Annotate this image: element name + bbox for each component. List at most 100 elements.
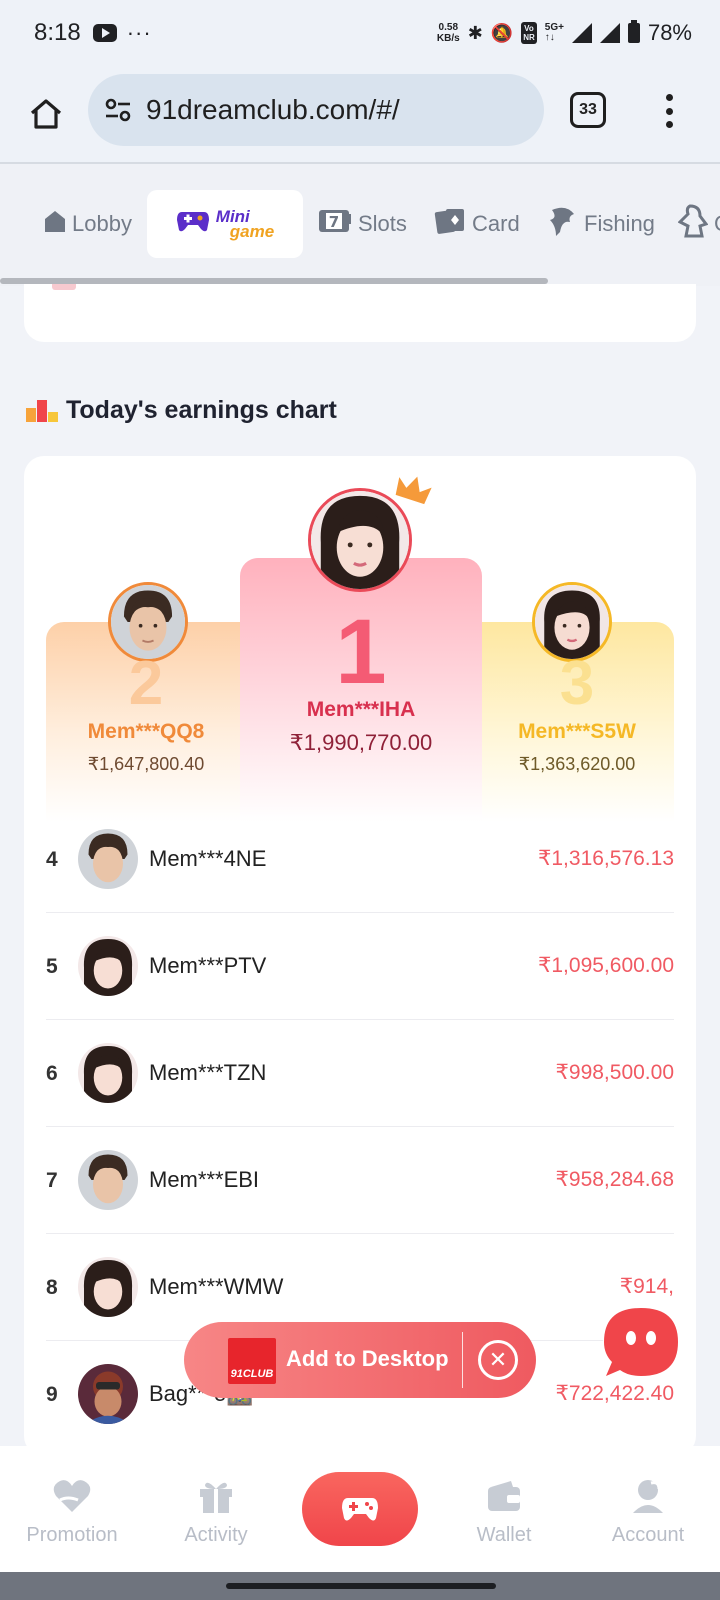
- gamepad-icon: [342, 1498, 378, 1521]
- ranking-row[interactable]: 4 Mem***4NE ₹1,316,576.13: [46, 806, 674, 913]
- podium-name-1: Mem***IHA: [306, 698, 416, 721]
- nav-promotion[interactable]: Promotion: [0, 1474, 144, 1547]
- tab-card-label: Card: [472, 211, 520, 236]
- nav-game-button[interactable]: [302, 1472, 418, 1546]
- rank-number: 7: [46, 1169, 58, 1192]
- site-settings-icon[interactable]: [104, 96, 132, 124]
- previous-section-card: [24, 284, 696, 342]
- gamepad-icon: [176, 208, 210, 240]
- tab-mini-game[interactable]: Mini game: [147, 190, 303, 258]
- add-to-desktop-label[interactable]: Add to Desktop: [286, 1346, 449, 1372]
- network-speed: 0.58 KB/s: [437, 22, 460, 44]
- podium-number-1: 1: [335, 601, 387, 703]
- customer-service-icon[interactable]: [598, 1300, 684, 1386]
- figure-icon: [677, 204, 709, 244]
- status-more-dots: ···: [126, 20, 152, 45]
- tab-switcher-button[interactable]: 33: [570, 92, 606, 128]
- network-type: 5G+ ↑↓: [545, 23, 564, 43]
- mini-game-label-bottom: game: [229, 222, 275, 241]
- tab-slots-label: Slots: [358, 211, 407, 236]
- podium-amount-1: ₹1,990,770.00: [289, 730, 433, 755]
- rank-number: 6: [46, 1062, 58, 1085]
- battery-icon: [627, 20, 640, 43]
- status-time: 8:18: [34, 19, 81, 46]
- avatar: [78, 1150, 138, 1210]
- rank-number: 9: [46, 1383, 58, 1406]
- mini-game-logo: Mini game: [216, 208, 275, 241]
- banner-divider: [462, 1332, 463, 1388]
- volte-bottom: NR: [523, 33, 535, 42]
- signal-icon: [571, 23, 592, 43]
- volte-badge: Vo NR: [521, 22, 537, 44]
- avatar: [78, 936, 138, 996]
- svg-text:7: 7: [329, 213, 339, 231]
- rank-number: 5: [46, 955, 58, 978]
- nav-wallet[interactable]: Wallet: [432, 1474, 576, 1547]
- tab-fishing[interactable]: Fishing: [548, 190, 655, 258]
- signal-icon-2: [599, 23, 620, 43]
- earnings-section-header: Today's earnings chart: [26, 396, 337, 425]
- add-to-desktop-banner[interactable]: 91CLUB Add to Desktop ✕: [184, 1322, 536, 1398]
- slot-7-icon: 7: [318, 208, 352, 240]
- status-bar: 8:18 ··· 0.58 KB/s ✱ 🔕 Vo NR 5G+ ↑↓ 78%: [0, 0, 720, 66]
- fish-icon: [548, 204, 578, 244]
- member-name: Mem***WMW: [149, 1274, 284, 1299]
- crown-icon: [395, 476, 432, 505]
- home-indicator[interactable]: [226, 1583, 496, 1589]
- browser-menu-icon[interactable]: [666, 94, 674, 128]
- tab-fishing-label: Fishing: [584, 211, 655, 236]
- url-text[interactable]: 91dreamclub.com/#/: [146, 94, 400, 126]
- tab-lobby[interactable]: Lobby: [44, 190, 132, 258]
- member-name: Mem***EBI: [149, 1167, 260, 1192]
- category-tabs: Lobby Mini game 7 Slots Card Fishing C: [0, 164, 720, 286]
- address-bar[interactable]: 91dreamclub.com/#/: [88, 74, 544, 146]
- ranking-row[interactable]: 6 Mem***TZN ₹998,500.00: [46, 1020, 674, 1127]
- tab-slots[interactable]: 7 Slots: [318, 190, 407, 258]
- ranking-row[interactable]: 5 Mem***PTV ₹1,095,600.00: [46, 913, 674, 1020]
- nav-account-label: Account: [611, 1524, 685, 1546]
- avatar: [78, 1043, 138, 1103]
- podium-number-3: 3: [559, 649, 595, 718]
- tab-more-label: C: [714, 211, 720, 237]
- tab-more[interactable]: C: [677, 190, 720, 258]
- card-decoration: [52, 284, 76, 290]
- earnings-amount: ₹914,: [619, 1275, 674, 1298]
- ranking-row[interactable]: 7 Mem***EBI ₹958,284.68: [46, 1127, 674, 1234]
- podium-name-3: Mem***S5W: [518, 720, 636, 743]
- club-logo: 91CLUB: [228, 1338, 276, 1384]
- cards-icon: [434, 207, 466, 241]
- volte-top: Vo: [524, 24, 534, 33]
- user-icon: [576, 1474, 720, 1518]
- podium-amount-3: ₹1,363,620.00: [518, 754, 636, 774]
- avatar: [78, 1364, 138, 1424]
- earnings-amount: ₹1,316,576.13: [538, 847, 674, 870]
- gift-icon: [144, 1474, 288, 1518]
- bluetooth-icon: ✱: [467, 22, 483, 43]
- house-icon: [44, 209, 66, 239]
- status-icons: 0.58 KB/s ✱ 🔕 Vo NR 5G+ ↑↓ 78%: [437, 20, 692, 46]
- earnings-amount: ₹958,284.68: [555, 1168, 674, 1191]
- tab-lobby-label: Lobby: [72, 211, 132, 236]
- home-icon[interactable]: [28, 96, 64, 132]
- gesture-bar: [0, 1572, 720, 1600]
- wallet-icon: [432, 1474, 576, 1518]
- bottom-navigation: Promotion Activity Wallet Account: [0, 1446, 720, 1572]
- nav-activity-label: Activity: [184, 1524, 248, 1546]
- browser-toolbar: 91dreamclub.com/#/ 33: [0, 66, 720, 162]
- earnings-amount: ₹998,500.00: [555, 1061, 674, 1084]
- avatar: [78, 1257, 138, 1317]
- nav-account[interactable]: Account: [576, 1474, 720, 1547]
- nav-activity[interactable]: Activity: [144, 1474, 288, 1547]
- network-arrows: ↑↓: [544, 32, 555, 43]
- section-title: Today's earnings chart: [66, 396, 337, 424]
- avatar: [78, 829, 138, 889]
- network-speed-value: 0.58: [438, 22, 459, 33]
- earnings-amount: ₹1,095,600.00: [538, 954, 674, 977]
- nav-promotion-label: Promotion: [26, 1524, 118, 1546]
- close-icon[interactable]: ✕: [478, 1340, 518, 1380]
- nav-wallet-label: Wallet: [476, 1524, 532, 1546]
- tab-card[interactable]: Card: [434, 190, 520, 258]
- earnings-chart-card: 2 3 1 Mem***QQ8 ₹1,647,800.40 Mem***S5W …: [24, 456, 696, 1456]
- podium-name-2: Mem***QQ8: [87, 720, 205, 743]
- member-name: Mem***PTV: [149, 953, 267, 978]
